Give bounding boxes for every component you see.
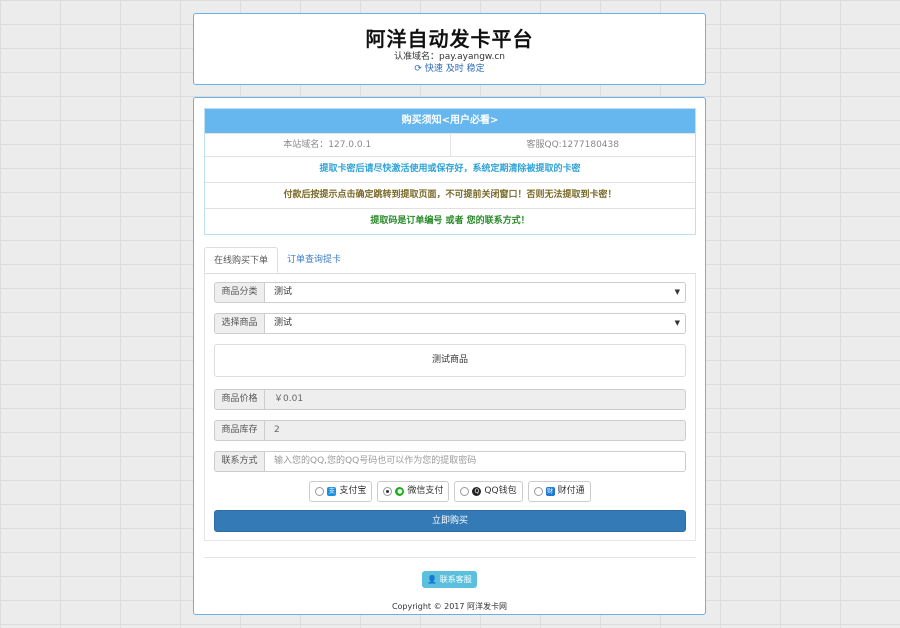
product-description: 测试商品 — [214, 344, 686, 377]
user-icon: 👤 — [427, 575, 438, 584]
contact-wrap: 👤 联系客服 — [194, 571, 705, 588]
pay-option-wechat[interactable]: ● 微信支付 — [377, 481, 450, 502]
notice-line-3: 提取码是订单编号 或者 您的联系方式！ — [205, 208, 695, 234]
qq-icon: Q — [472, 487, 482, 496]
payment-options: 支 支付宝 ● 微信支付 Q QQ钱包 财 财付通 — [214, 481, 686, 502]
stock-label: 商品库存 — [214, 420, 264, 441]
main-panel: 购买须知<用户必看> 本站域名：127.0.0.1 客服QQ:127718043… — [193, 97, 706, 615]
pay-label: QQ钱包 — [484, 486, 517, 496]
pay-option-alipay[interactable]: 支 支付宝 — [309, 481, 373, 502]
category-field: 商品分类 测试 ▼ — [214, 282, 686, 303]
notice-heading: 购买须知<用户必看> — [205, 109, 695, 133]
tenpay-icon: 财 — [545, 487, 555, 496]
site-domain: 认准域名：pay.ayangw.cn — [394, 52, 505, 62]
radio-icon[interactable] — [460, 487, 470, 496]
site-tags-text: 快速 及时 稳定 — [424, 64, 485, 74]
price-field: 商品价格 ￥0.01 — [214, 389, 686, 410]
contact-label: 联系方式 — [214, 451, 264, 472]
footer-copyright: Copyright © 2017 阿洋发卡网 — [391, 602, 508, 611]
product-field: 选择商品 测试 ▼ — [214, 313, 686, 334]
stock-field: 商品库存 2 — [214, 420, 686, 441]
category-label: 商品分类 — [214, 282, 264, 303]
pay-option-qq[interactable]: Q QQ钱包 — [454, 481, 523, 502]
notice-info-row: 本站域名：127.0.0.1 客服QQ:1277180438 — [205, 133, 695, 156]
contact-field: 联系方式 输入您的QQ,您的QQ号码也可以作为您的提取密码 — [214, 451, 686, 472]
radio-icon[interactable] — [383, 487, 393, 496]
pay-label: 微信支付 — [407, 486, 444, 496]
category-select[interactable]: 测试 ▼ — [264, 282, 686, 303]
wechat-icon: ● — [395, 487, 405, 496]
notice-line-2: 付款后按提示点击确定跳转到提取页面，不可提前关闭窗口！否则无法提取到卡密！ — [205, 182, 695, 208]
alipay-icon: 支 — [327, 487, 337, 496]
product-label: 选择商品 — [214, 313, 264, 334]
contact-service-label: 联系客服 — [439, 575, 472, 584]
radio-icon[interactable] — [315, 487, 325, 496]
pay-option-tenpay[interactable]: 财 财付通 — [527, 481, 591, 502]
category-value: 测试 — [274, 287, 293, 297]
tab-online-purchase[interactable]: 在线购买下单 — [204, 247, 279, 273]
pay-label: 财付通 — [557, 486, 585, 496]
select-arrow-icon: ▼ — [674, 319, 680, 327]
service-qq-info: 客服QQ:1277180438 — [449, 134, 696, 156]
notice-box: 购买须知<用户必看> 本站域名：127.0.0.1 客服QQ:127718043… — [204, 108, 696, 235]
product-value: 测试 — [274, 318, 293, 328]
product-select[interactable]: 测试 ▼ — [264, 313, 686, 334]
price-input: ￥0.01 — [264, 389, 686, 410]
select-arrow-icon: ▼ — [674, 288, 680, 296]
buy-now-button[interactable]: 立即购买 — [214, 510, 686, 532]
contact-service-button[interactable]: 👤 联系客服 — [422, 571, 477, 588]
price-label: 商品价格 — [214, 389, 264, 410]
header-panel: 阿洋自动发卡平台 认准域名：pay.ayangw.cn ⟳ 快速 及时 稳定 — [193, 13, 706, 85]
tab-order-query[interactable]: 订单查询提卡 — [278, 247, 350, 273]
refresh-icon: ⟳ — [414, 64, 422, 74]
site-tags: ⟳ 快速 及时 稳定 — [194, 63, 705, 75]
radio-icon[interactable] — [533, 487, 543, 496]
notice-line-1: 提取卡密后请尽快激活使用或保存好，系统定期清除被提取的卡密 — [205, 156, 695, 182]
divider — [204, 557, 696, 558]
site-title: 阿洋自动发卡平台 — [365, 27, 534, 51]
tab-bar: 在线购买下单 订单查询提卡 — [204, 247, 696, 274]
purchase-form: 商品分类 测试 ▼ 选择商品 测试 ▼ 测试商品 商品价格 ￥0.01 商品库存… — [204, 274, 696, 541]
stock-input: 2 — [264, 420, 686, 441]
pay-label: 支付宝 — [339, 486, 367, 496]
contact-input[interactable]: 输入您的QQ,您的QQ号码也可以作为您的提取密码 — [264, 451, 686, 472]
site-domain-info: 本站域名：127.0.0.1 — [283, 140, 372, 150]
